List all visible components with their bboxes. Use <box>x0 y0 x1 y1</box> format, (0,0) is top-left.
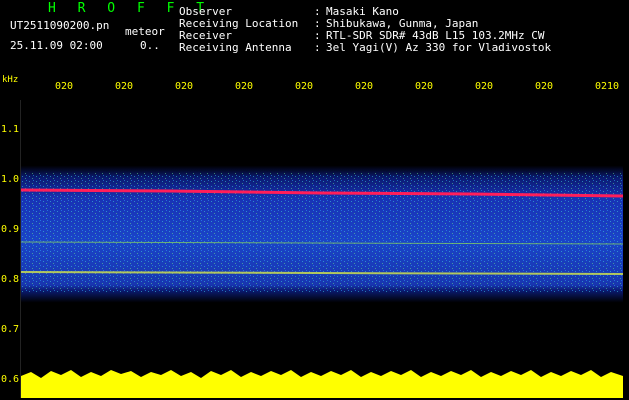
info-value-observer: Masaki Kano <box>326 5 399 18</box>
info-value-antenna: 3el Yagi(V) Az 330 for Vladivostok <box>326 41 552 54</box>
x-tick: 020 <box>115 81 134 92</box>
x-tick: 020 <box>55 81 74 92</box>
info-colon: : <box>314 17 321 30</box>
info-value-location: Shibukawa, Gunma, Japan <box>326 17 479 30</box>
spectrogram-plot <box>20 100 623 398</box>
info-value-receiver: RTL-SDR SDR# 43dB L15 103.2MHz CW <box>326 29 545 42</box>
y-tick: 1.0 <box>1 174 20 185</box>
info-colon: : <box>314 29 321 42</box>
info-label-antenna: Receiving Antenna <box>179 41 292 54</box>
x-tick: 020 <box>475 81 494 92</box>
y-axis-unit: kHz <box>2 75 19 85</box>
y-tick: 0.7 <box>1 324 20 335</box>
x-tick: 020 <box>175 81 194 92</box>
info-label-location: Receiving Location <box>179 17 299 30</box>
detection-count: 0.. <box>140 39 160 52</box>
info-colon: : <box>314 5 321 18</box>
spectrogram-canvas <box>21 100 623 398</box>
info-label-receiver: Receiver <box>179 29 232 42</box>
y-tick: 1.1 <box>1 124 20 135</box>
x-tick: 020 <box>355 81 374 92</box>
y-tick: 0.9 <box>1 224 20 235</box>
x-tick: 020 <box>295 81 314 92</box>
x-tick: 020 <box>235 81 254 92</box>
datetime: 25.11.09 02:00 <box>10 39 103 52</box>
x-tick: 0210 <box>595 81 620 92</box>
info-label-observer: Observer <box>179 5 232 18</box>
x-tick: 020 <box>535 81 554 92</box>
mode-label: meteor <box>125 25 165 38</box>
file-name: UT2511090200.pn <box>10 19 110 32</box>
info-colon: : <box>314 41 321 54</box>
x-tick: 020 <box>415 81 434 92</box>
y-tick: 0.6 <box>1 374 20 385</box>
y-tick: 0.8 <box>1 274 20 285</box>
